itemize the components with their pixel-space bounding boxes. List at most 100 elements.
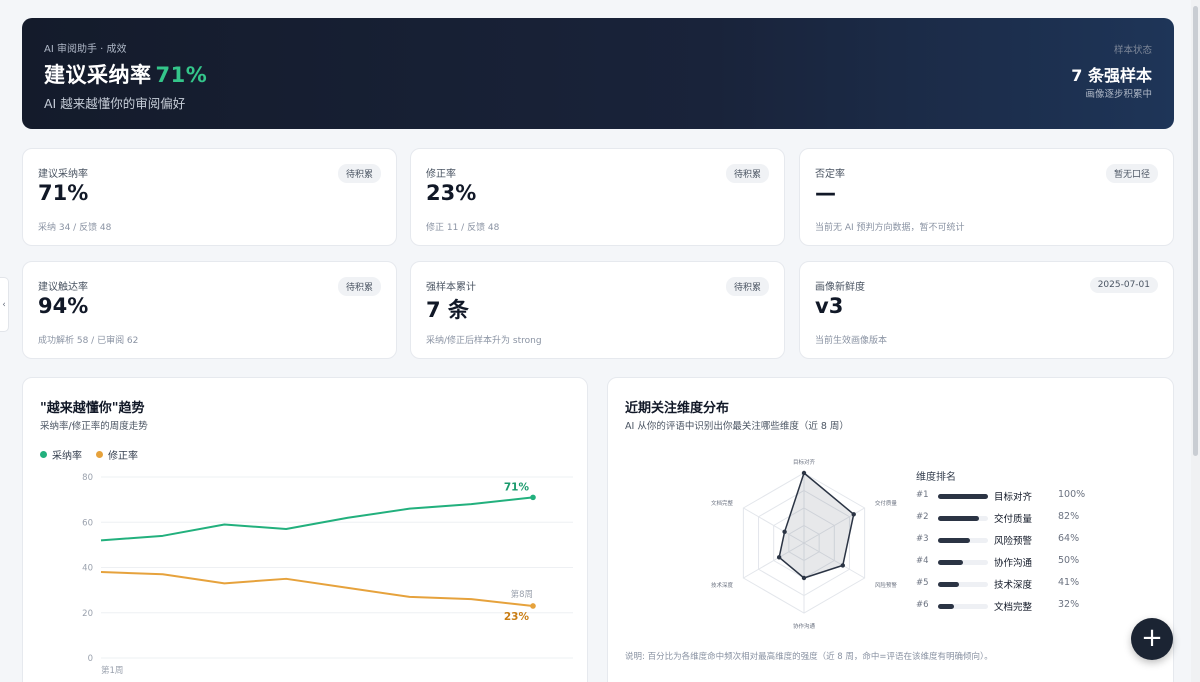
x-tick-label: 第1周 [101,665,123,676]
ranking-title: 维度排名 [916,472,956,483]
ranking-row: #1 目标对齐 100% [916,488,1106,510]
series-line-adoption [100,496,534,542]
rank-number: #1 [916,490,929,500]
rank-bar-fill [938,494,988,499]
scrollbar[interactable] [1191,0,1200,682]
hero-title-text: 建议采纳率 [44,63,152,87]
radar-axis-label: 目标对齐 [793,458,816,466]
series-line-correction [100,571,534,607]
radar-data-area [778,471,855,579]
rank-dimension-name: 风险预警 [994,536,1033,547]
page-title: 建议采纳率 71% [44,59,207,89]
metric-note: 修正 11 / 反馈 48 [426,223,500,233]
metric-card-reach-rate: 建议触达率 待积累 94% 成功解析 58 / 已审阅 62 [22,261,397,359]
rank-percent: 100% [1058,489,1086,500]
metric-value: 7 条 [426,298,469,322]
x-tick-label: 第8周 [511,589,533,600]
focus-subtitle: AI 从你的评语中识别出你最关注哪些维度（近 8 周） [625,421,849,432]
hero-rate: 71% [155,63,208,87]
radar-point [801,575,807,581]
rank-dimension-name: 目标对齐 [994,492,1033,503]
rank-number: #5 [916,578,929,588]
rank-bar-fill [938,604,954,609]
rank-number: #2 [916,512,929,522]
metric-card-correction-rate: 修正率 待积累 23% 修正 11 / 反馈 48 [410,148,785,246]
focus-title: 近期关注维度分布 [625,401,730,416]
ranking-row: #6 文档完整 32% [916,598,1106,620]
rank-dimension-name: 技术深度 [994,580,1033,591]
rank-percent: 64% [1058,533,1080,544]
scrollbar-thumb[interactable] [1193,6,1198,456]
add-button[interactable]: + [1131,618,1173,660]
radar-axis-label: 风险预警 [875,581,898,589]
radar-point [851,512,856,517]
metric-value: 71% [38,181,89,205]
metric-value: v3 [815,294,844,318]
rank-number: #3 [916,534,929,544]
radar-axis-label: 协作沟通 [793,622,816,630]
rank-dimension-name: 协作沟通 [994,558,1033,569]
rank-bar-fill [938,582,959,587]
radar-axis-label: 技术深度 [711,581,734,589]
rank-bar-fill [938,560,963,565]
side-collapse-tab[interactable]: ‹ [0,277,9,332]
metric-badge: 待积累 [725,164,769,183]
y-tick-label: 80 [82,473,93,483]
rank-bar-track [938,582,988,587]
metric-note: 成功解析 58 / 已审阅 62 [38,336,139,346]
metric-value: — [815,181,836,205]
radar-axis-label: 文档完整 [711,499,734,507]
rank-number: #6 [916,600,929,610]
data-label: 23% [504,611,530,623]
rank-bar-track [938,538,988,543]
rank-percent: 50% [1058,555,1080,566]
hero-banner: AI 审阅助手 · 成效 建议采纳率 71% AI 越来越懂你的审阅偏好 样本状态… [22,18,1174,129]
sample-status-label: 样本状态 [1113,45,1152,56]
metric-label: 画像新鲜度 [815,282,865,293]
radar-axis-label: 交付质量 [875,499,898,507]
y-tick-label: 20 [82,609,93,619]
y-tick-label: 0 [88,654,93,664]
rank-percent: 32% [1058,599,1080,610]
rank-dimension-name: 交付质量 [994,514,1033,525]
metric-card-adoption-rate: 建议采纳率 待积累 71% 采纳 34 / 反馈 48 [22,148,397,246]
trend-panel: "越来越懂你"趋势 采纳率/修正率的周度走势 采纳率 修正率 0 20 40 60 80… [22,377,588,682]
hero-kicker: AI 审阅助手 · 成效 [44,44,127,55]
radar-point [776,555,782,560]
radar-point [801,470,807,476]
metric-badge: 待积累 [337,164,381,183]
focus-panel: 近期关注维度分布 AI 从你的评语中识别出你最关注哪些维度（近 8 周） 目标对… [607,377,1174,682]
metric-card-rejection-rate: 否定率 暂无口径 — 当前无 AI 预判方向数据，暂不可统计 [799,148,1174,246]
radar-point [782,529,787,534]
metric-card-strong-samples: 强样本累计 待积累 7 条 采纳/修正后样本升为 strong [410,261,785,359]
rank-bar-track [938,494,988,499]
rank-number: #4 [916,556,929,566]
ranking-row: #5 技术深度 41% [916,576,1106,598]
rank-dimension-name: 文档完整 [994,602,1033,613]
series-end-point [530,494,536,501]
metric-label: 否定率 [815,169,845,180]
metric-note: 采纳/修正后样本升为 strong [426,336,542,346]
rank-bar-track [938,516,988,521]
metric-label: 强样本累计 [426,282,476,293]
rank-percent: 82% [1058,511,1080,522]
metric-label: 修正率 [426,169,456,180]
radar-point [840,563,845,568]
metric-card-profile-freshness: 画像新鲜度 2025-07-01 v3 当前生效画像版本 [799,261,1174,359]
metric-badge: 待积累 [337,277,381,296]
metric-value: 94% [38,294,89,318]
metric-note: 当前无 AI 预判方向数据，暂不可统计 [815,223,965,233]
hero-subtitle: AI 越来越懂你的审阅偏好 [44,96,186,111]
y-tick-label: 40 [82,564,93,574]
metric-badge: 2025-07-01 [1089,277,1158,293]
metric-label: 建议采纳率 [38,169,88,180]
radar-chart: 目标对齐交付质量风险预警协作沟通 技术深度 文档完整 [711,458,898,630]
rank-bar-track [938,560,988,565]
metric-note: 采纳 34 / 反馈 48 [38,223,112,233]
focus-note: 说明: 百分比为各维度命中频次相对最高维度的强度（近 8 周，命中=评语在该维度… [625,652,993,662]
ranking-row: #2 交付质量 82% [916,510,1106,532]
ranking-row: #4 协作沟通 50% [916,554,1106,576]
sample-status-sub: 画像逐步积累中 [1085,89,1152,100]
trend-line-chart: 0 20 40 60 80 第1周 第8周 71% 23% [82,473,573,676]
metric-badge: 待积累 [725,277,769,296]
